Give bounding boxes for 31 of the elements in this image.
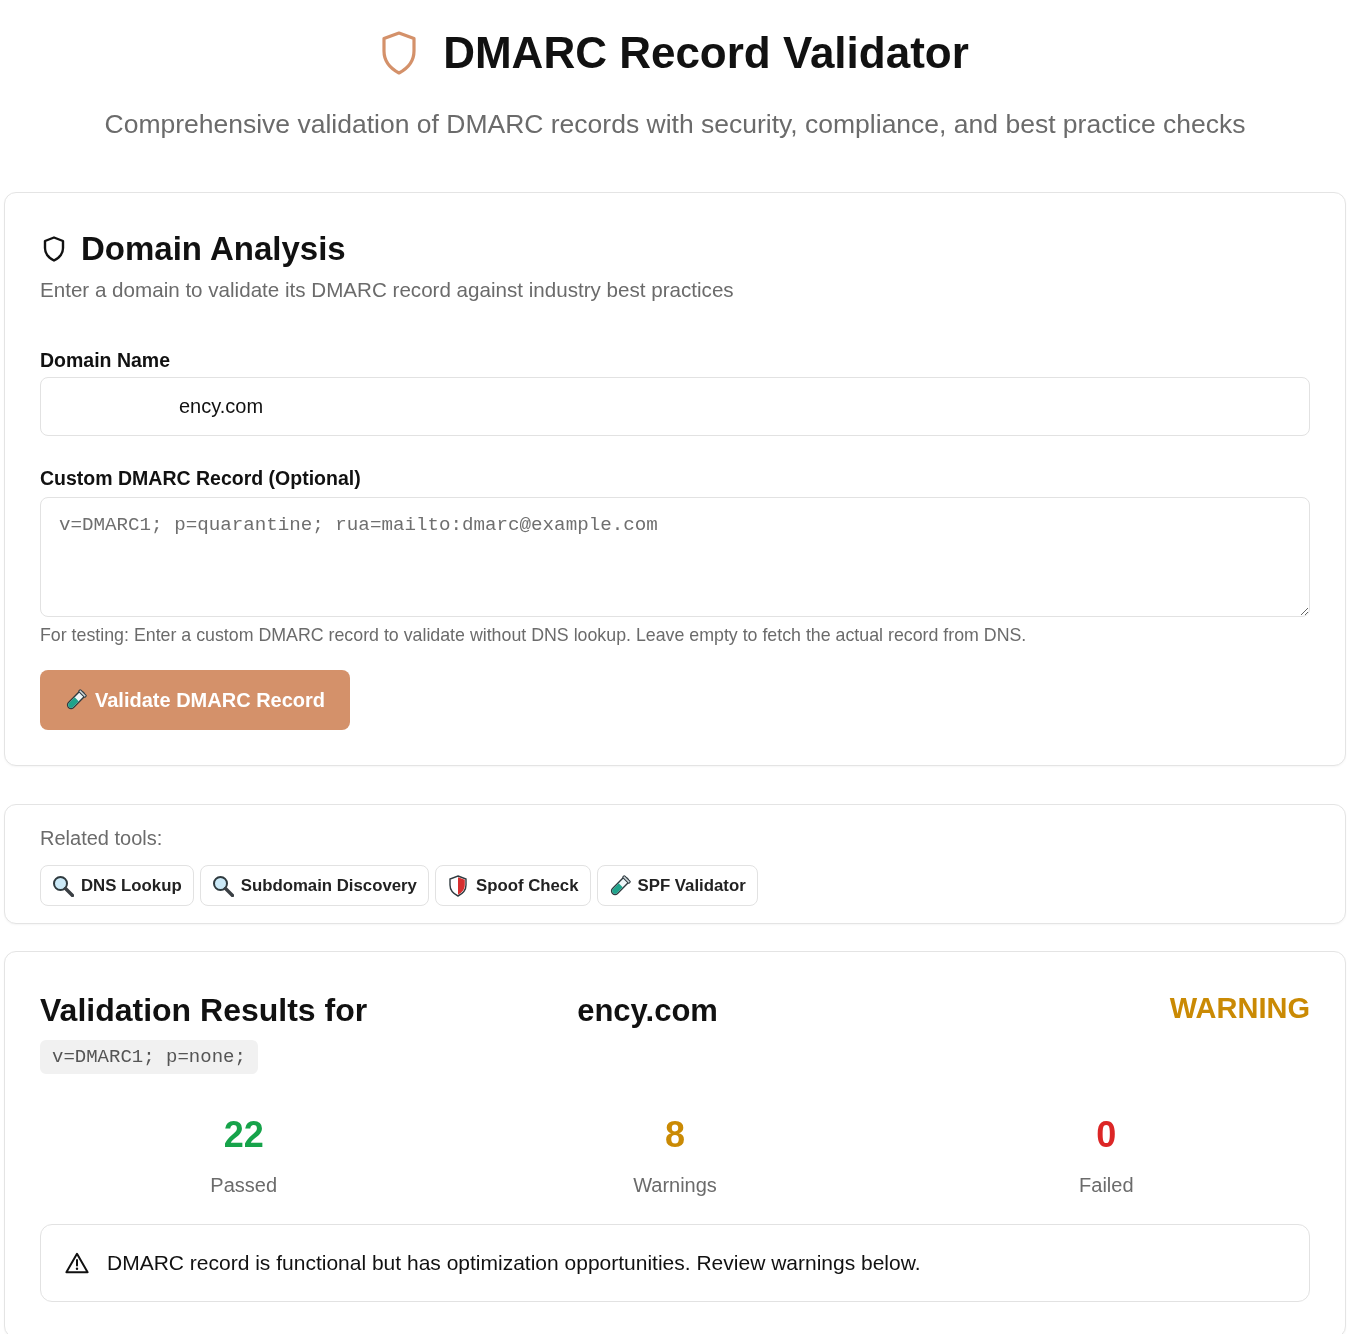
- related-tools-label: Related tools:: [40, 826, 164, 851]
- domain-input[interactable]: ency.com: [40, 377, 1310, 436]
- magnifier-icon: [52, 874, 74, 897]
- stat-label: Failed: [1079, 1173, 1134, 1198]
- page-subtitle: Comprehensive validation of DMARC records with security, compliance, and best practice checks: [103, 108, 1247, 140]
- warning-icon: [65, 1252, 89, 1274]
- page-title: DMARC Record Validator: [443, 27, 969, 79]
- stat-value: 22: [223, 1113, 264, 1157]
- stat-label: Warnings: [633, 1173, 717, 1198]
- results-domain: ency.com: [577, 992, 718, 1030]
- field-label: Domain Name: [40, 348, 172, 373]
- magnifier-icon: [211, 874, 234, 897]
- record-code: v=DMARC1; p=none;: [40, 1040, 258, 1074]
- field-hint: For testing: Enter a custom DMARC record to validate without DNS lookup. Leave empty to fetch the actual record from DNS.: [40, 624, 1028, 647]
- tool-link[interactable]: Subdomain Discovery: [199, 865, 429, 906]
- tool-link[interactable]: DNS Lookup: [40, 865, 194, 906]
- record-textarea[interactable]: v=DMARC1; p=quarantine; rua=mailto:dmarc@example.com: [40, 497, 1310, 617]
- shield-icon: [381, 31, 418, 75]
- field-label: Custom DMARC Record (Optional): [40, 466, 362, 491]
- stat-value: 8: [664, 1113, 685, 1157]
- card-title: Domain Analysis: [81, 229, 346, 269]
- shield-icon: [446, 874, 469, 897]
- card-description: Enter a domain to validate its DMARC record against industry best practices: [40, 277, 735, 303]
- stat-label: Passed: [210, 1173, 277, 1198]
- stat-value: 0: [1096, 1113, 1117, 1157]
- alert-message: DMARC record is functional but has optimization opportunities. Review warnings below.: [107, 1250, 921, 1276]
- status-label: WARNING: [1169, 991, 1310, 1026]
- results-title: Validation Results for: [40, 991, 368, 1030]
- tool-link[interactable]: Spoof Check: [434, 865, 591, 906]
- shield-icon: [43, 236, 65, 262]
- tool-link[interactable]: SPF Validator: [596, 865, 758, 906]
